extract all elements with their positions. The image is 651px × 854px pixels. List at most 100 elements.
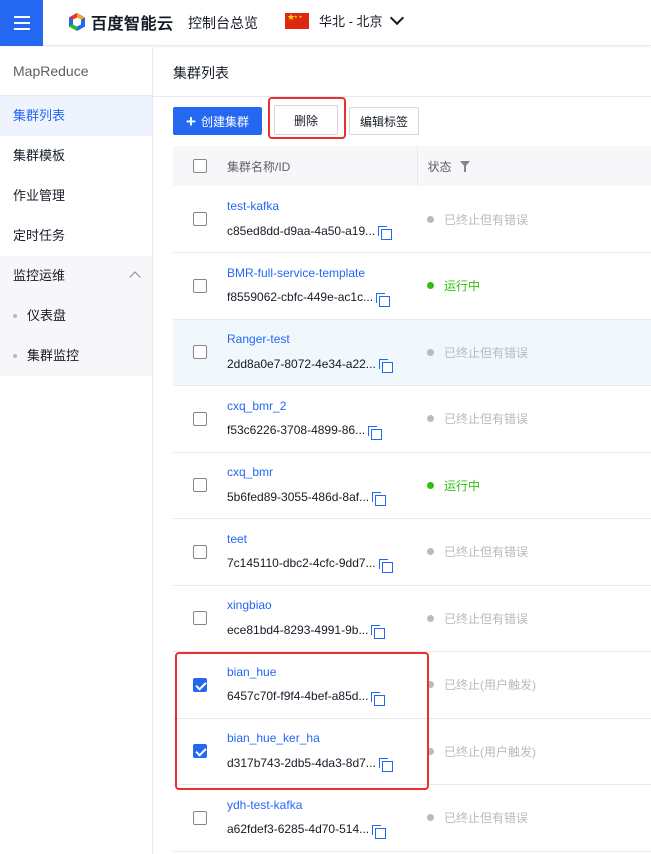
row-checkbox[interactable]	[193, 744, 207, 759]
status-text: 已终止(用户触发)	[444, 678, 536, 693]
cluster-name-link[interactable]: cxq_bmr	[227, 465, 417, 479]
console-overview-link[interactable]: 控制台总览	[188, 13, 258, 33]
sidebar: MapReduce 集群列表 集群模板 作业管理 定时任务 监控运维 仪表盘 集…	[0, 47, 153, 854]
table-row[interactable]: ydh-test-kafka a62fdef3-6285-4d70-514... 已…	[173, 784, 651, 852]
cluster-name-link[interactable]: xingbiao	[227, 598, 417, 612]
row-checkbox[interactable]	[193, 345, 207, 360]
copy-icon[interactable]	[372, 824, 387, 839]
chevron-down-icon	[389, 10, 404, 26]
row-checkbox[interactable]	[193, 411, 207, 426]
cluster-id: a62fdef3-6285-4d70-514...	[227, 821, 417, 839]
filter-icon[interactable]	[459, 160, 471, 172]
copy-icon[interactable]	[372, 492, 387, 507]
china-flag-icon	[285, 12, 309, 29]
cluster-name-link[interactable]: cxq_bmr_2	[227, 399, 417, 413]
status-text: 已终止但有错误	[444, 545, 529, 560]
sidebar-item-cluster-template[interactable]: 集群模板	[0, 136, 152, 176]
cluster-name-link[interactable]: test-kafka	[227, 199, 417, 213]
sidebar-group-monitoring[interactable]: 监控运维	[0, 256, 152, 296]
sidebar-item-scheduled-tasks[interactable]: 定时任务	[0, 216, 152, 256]
delete-button[interactable]: 删除	[274, 105, 338, 135]
table-header: 集群名称/ID 状态	[173, 146, 651, 186]
cluster-id-text: ece81bd4-8293-4991-9b...	[227, 622, 369, 637]
cluster-name-link[interactable]: BMR-full-service-template	[227, 266, 417, 280]
cluster-id-text: 6457c70f-f9f4-4bef-a85d...	[227, 689, 369, 704]
status-dot-icon	[427, 681, 434, 689]
select-all-checkbox[interactable]	[193, 159, 207, 173]
copy-icon[interactable]	[368, 425, 383, 440]
cluster-id: 5b6fed89-3055-486d-8af...	[227, 488, 417, 507]
table-row[interactable]: Ranger-test 2dd8a0e7-8072-4e34-a22... 已终止但…	[173, 319, 651, 386]
row-checkbox[interactable]	[193, 278, 207, 293]
cluster-name-link[interactable]: Ranger-test	[227, 332, 417, 346]
cluster-name-link[interactable]: ydh-test-kafka	[227, 798, 417, 812]
plus-icon: +	[186, 111, 196, 131]
status-text: 已终止但有错误	[444, 212, 529, 227]
menu-icon[interactable]	[0, 0, 43, 46]
sidebar-item-cluster-list[interactable]: 集群列表	[0, 96, 152, 136]
table-row[interactable]: xingbiao ece81bd4-8293-4991-9b... 已终止但有错误	[173, 585, 651, 652]
status-dot-icon	[427, 614, 434, 622]
table-row[interactable]: cxq_bmr 5b6fed89-3055-486d-8af... 运行中	[173, 452, 651, 519]
copy-icon[interactable]	[378, 558, 393, 573]
column-header-status[interactable]: 状态	[416, 146, 651, 186]
cluster-table: 集群名称/ID 状态 test-kafka c85ed8dd-d9aa-4a50-…	[173, 146, 651, 852]
cluster-id-text: a62fdef3-6285-4d70-514...	[227, 822, 370, 837]
logo[interactable]: 百度智能云	[67, 11, 174, 33]
row-checkbox[interactable]	[193, 810, 207, 825]
cluster-id-text: 2dd8a0e7-8072-4e34-a22...	[227, 356, 376, 371]
cluster-name-link[interactable]: teet	[227, 532, 417, 546]
copy-icon[interactable]	[378, 359, 393, 374]
copy-icon[interactable]	[378, 226, 393, 240]
row-checkbox[interactable]	[193, 677, 207, 692]
table-row[interactable]: test-kafka c85ed8dd-d9aa-4a50-a19... 已终止但有…	[173, 186, 651, 253]
sidebar-item-dashboard[interactable]: 仪表盘	[0, 296, 152, 336]
status-dot-icon	[427, 548, 434, 556]
status-dot-icon	[427, 415, 434, 423]
sidebar-title: MapReduce	[0, 47, 152, 96]
cluster-id-text: 7c145110-dbc2-4cfc-9dd7...	[227, 556, 376, 571]
cluster-id: 7c145110-dbc2-4cfc-9dd7...	[227, 555, 417, 573]
status-badge: 已终止但有错误	[427, 809, 651, 826]
status-text: 运行中	[444, 478, 481, 493]
cluster-name-link[interactable]: bian_hue	[227, 665, 417, 679]
status-dot-icon	[427, 814, 434, 822]
table-row[interactable]: bian_hue_ker_ha d317b743-2db5-4da3-8d7...…	[173, 718, 651, 785]
cluster-name-link[interactable]: bian_hue_ker_ha	[227, 731, 417, 745]
region-selector[interactable]: 华北 - 北京	[285, 10, 404, 30]
table-row[interactable]: BMR-full-service-template f8559062-cbfc-4…	[173, 252, 651, 320]
row-checkbox[interactable]	[193, 544, 207, 559]
status-text: 已终止(用户触发)	[444, 744, 536, 759]
copy-icon[interactable]	[376, 292, 391, 307]
column-header-name: 集群名称/ID	[227, 146, 417, 186]
copy-icon[interactable]	[371, 691, 386, 706]
cluster-id: d317b743-2db5-4da3-8d7...	[227, 754, 417, 773]
cluster-id: ece81bd4-8293-4991-9b...	[227, 621, 417, 640]
sidebar-item-job-management[interactable]: 作业管理	[0, 176, 152, 216]
status-badge: 已终止但有错误	[427, 610, 651, 627]
copy-icon[interactable]	[378, 758, 393, 773]
row-checkbox[interactable]	[193, 478, 207, 493]
status-badge: 运行中	[427, 277, 651, 294]
table-row[interactable]: teet 7c145110-dbc2-4cfc-9dd7... 已终止但有错误	[173, 518, 651, 586]
table-row[interactable]: cxq_bmr_2 f53c6226-3708-4899-86... 已终止但有错误	[173, 385, 651, 453]
status-dot-icon	[427, 481, 434, 489]
cluster-id: 6457c70f-f9f4-4bef-a85d...	[227, 688, 417, 706]
status-badge: 已终止但有错误	[427, 344, 651, 361]
status-text: 已终止但有错误	[444, 412, 529, 427]
sidebar-item-cluster-monitoring[interactable]: 集群监控	[0, 336, 152, 376]
create-cluster-button[interactable]: + 创建集群	[173, 107, 262, 135]
row-checkbox[interactable]	[193, 611, 207, 626]
status-badge: 已终止但有错误	[427, 410, 651, 427]
cluster-id: f53c6226-3708-4899-86...	[227, 422, 417, 440]
cluster-id: 2dd8a0e7-8072-4e34-a22...	[227, 355, 417, 374]
row-checkbox[interactable]	[193, 212, 207, 226]
edit-tags-button[interactable]: 编辑标签	[349, 107, 419, 135]
copy-icon[interactable]	[371, 625, 386, 640]
status-dot-icon	[427, 747, 434, 755]
table-row[interactable]: bian_hue 6457c70f-f9f4-4bef-a85d... 已终止(用户…	[173, 651, 651, 719]
status-text: 已终止但有错误	[444, 345, 529, 360]
status-badge: 已终止(用户触发)	[427, 676, 651, 693]
cluster-id: f8559062-cbfc-449e-ac1c...	[227, 289, 417, 307]
status-badge: 已终止但有错误	[427, 211, 651, 228]
